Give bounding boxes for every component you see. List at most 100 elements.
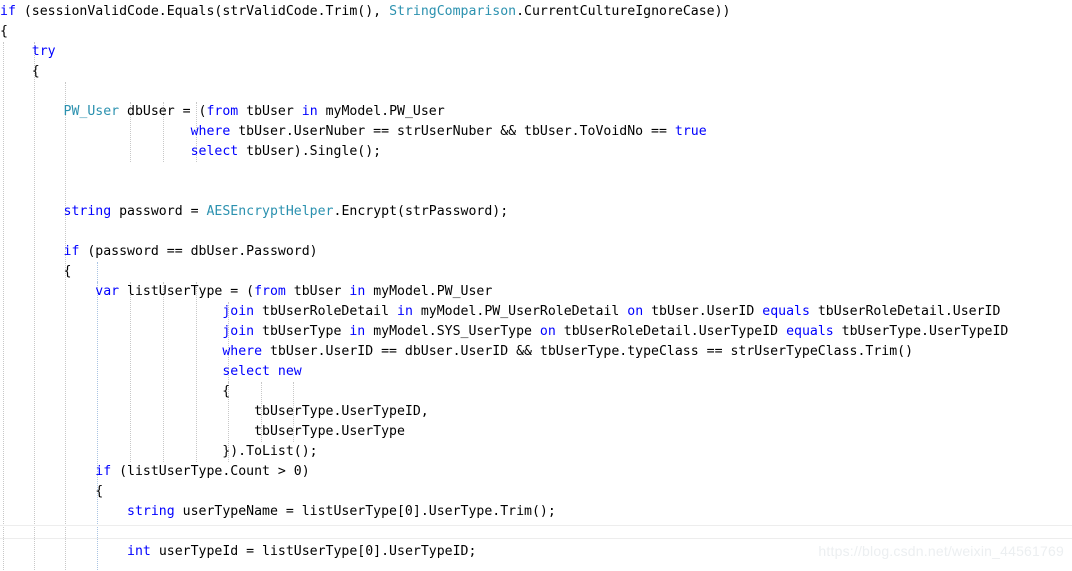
code-token-kw: if: [95, 464, 112, 479]
code-editor-surface[interactable]: if (sessionValidCode.Equals(strValidCode…: [0, 0, 1072, 571]
code-token-pln: [0, 104, 64, 119]
code-line[interactable]: if (sessionValidCode.Equals(strValidCode…: [0, 2, 1072, 22]
code-token-kw: join: [222, 324, 255, 339]
code-token-kw: on: [627, 304, 644, 319]
code-token-kw: string: [127, 504, 175, 519]
code-token-kw: int: [127, 544, 151, 559]
code-token-kw: string: [63, 204, 112, 219]
code-token-pln: [0, 244, 64, 259]
code-line[interactable]: {: [0, 482, 1072, 502]
code-token-pln: [0, 284, 95, 299]
code-token-kw: equals: [786, 324, 834, 339]
code-token-pln: tbUser.UserID == dbUser.UserID && tbUser…: [262, 344, 914, 359]
code-token-kw: where: [190, 124, 231, 139]
source-code-text[interactable]: if (sessionValidCode.Equals(strValidCode…: [0, 2, 1072, 571]
code-token-kw: new: [277, 364, 302, 379]
code-token-kw: from: [254, 284, 286, 299]
code-token-pln: {: [0, 484, 104, 499]
code-line[interactable]: string password = AESEncryptHelper.Encry…: [0, 202, 1072, 222]
code-token-pln: .Encrypt(strPassword);: [333, 204, 509, 219]
code-token-typ: StringComparison: [389, 4, 517, 19]
code-line[interactable]: {: [0, 62, 1072, 82]
code-token-pln: [0, 364, 222, 379]
code-token-kw: true: [674, 124, 707, 139]
code-token-pln: [270, 364, 278, 379]
code-token-typ: PW_User: [63, 104, 120, 119]
code-token-kw: in: [397, 304, 413, 319]
code-line[interactable]: [0, 562, 1072, 571]
code-token-pln: [0, 124, 191, 139]
code-line[interactable]: [0, 222, 1072, 242]
code-line[interactable]: join tbUserType in myModel.SYS_UserType …: [0, 322, 1072, 342]
code-line[interactable]: var listUserType = (from tbUser in myMod…: [0, 282, 1072, 302]
code-token-kw: var: [95, 284, 120, 299]
code-token-pln: tbUserRoleDetail.UserID: [809, 304, 1001, 319]
code-token-kw: where: [222, 344, 263, 359]
code-token-pln: [0, 504, 127, 519]
code-token-kw: join: [222, 304, 255, 319]
code-token-pln: tbUserRoleDetail.UserTypeID: [555, 324, 787, 339]
code-line[interactable]: tbUserType.UserTypeID,: [0, 402, 1072, 422]
code-token-pln: tbUserType.UserType: [0, 424, 405, 439]
code-token-pln: userTypeName = listUserType[0].UserType.…: [174, 504, 556, 519]
code-line[interactable]: [0, 522, 1072, 542]
code-line[interactable]: {: [0, 382, 1072, 402]
code-line[interactable]: where tbUser.UserNuber == strUserNuber &…: [0, 122, 1072, 142]
code-token-kw: from: [206, 104, 239, 119]
code-token-pln: myModel.SYS_UserType: [365, 324, 540, 339]
code-token-kw: in: [301, 104, 318, 119]
code-token-pln: [0, 144, 191, 159]
code-line[interactable]: {: [0, 262, 1072, 282]
code-token-pln: tbUser: [285, 284, 350, 299]
code-token-pln: tbUserType.UserTypeID,: [0, 404, 429, 419]
code-line[interactable]: [0, 162, 1072, 182]
code-line[interactable]: [0, 182, 1072, 202]
code-token-pln: tbUser: [238, 104, 302, 119]
code-line[interactable]: select new: [0, 362, 1072, 382]
code-token-kw: try: [31, 44, 56, 59]
code-token-pln: userTypeId = listUserType[0].UserTypeID;: [150, 544, 477, 559]
code-line[interactable]: select tbUser).Single();: [0, 142, 1072, 162]
code-line[interactable]: string userTypeName = listUserType[0].Us…: [0, 502, 1072, 522]
code-token-pln: tbUserType: [254, 324, 350, 339]
code-line[interactable]: if (password == dbUser.Password): [0, 242, 1072, 262]
code-token-pln: tbUserRoleDetail: [254, 304, 397, 319]
code-token-pln: [0, 544, 127, 559]
code-token-pln: dbUser = (: [119, 104, 207, 119]
code-token-pln: (password == dbUser.Password): [79, 244, 318, 259]
code-line[interactable]: try: [0, 42, 1072, 62]
code-line[interactable]: join tbUserRoleDetail in myModel.PW_User…: [0, 302, 1072, 322]
code-line[interactable]: }).ToList();: [0, 442, 1072, 462]
code-token-kw: select: [222, 364, 270, 379]
code-token-pln: tbUserType.UserTypeID: [833, 324, 1009, 339]
code-token-pln: [0, 204, 64, 219]
code-line[interactable]: tbUserType.UserType: [0, 422, 1072, 442]
watermark-text: https://blog.csdn.net/weixin_44561769: [818, 543, 1064, 559]
code-line[interactable]: PW_User dbUser = (from tbUser in myModel…: [0, 102, 1072, 122]
code-line[interactable]: [0, 82, 1072, 102]
code-token-kw: if: [0, 4, 16, 19]
code-token-pln: (listUserType.Count > 0): [111, 464, 310, 479]
code-token-pln: [0, 324, 222, 339]
code-token-pln: {: [0, 264, 72, 279]
code-token-pln: (sessionValidCode.Equals(strValidCode.Tr…: [15, 4, 390, 19]
code-token-kw: in: [349, 324, 366, 339]
code-token-pln: .CurrentCultureIgnoreCase)): [516, 4, 731, 19]
code-token-kw: if: [63, 244, 80, 259]
code-token-pln: [0, 464, 95, 479]
code-token-pln: {: [0, 24, 8, 39]
code-token-typ: AESEncryptHelper: [206, 204, 334, 219]
code-line[interactable]: {: [0, 22, 1072, 42]
code-token-kw: equals: [762, 304, 810, 319]
code-token-pln: listUserType = (: [119, 284, 255, 299]
code-token-kw: on: [539, 324, 556, 339]
code-token-pln: [0, 44, 32, 59]
code-line[interactable]: if (listUserType.Count > 0): [0, 462, 1072, 482]
code-token-pln: myModel.PW_UserRoleDetail: [412, 304, 628, 319]
code-token-pln: myModel.PW_User: [317, 104, 445, 119]
code-token-pln: myModel.PW_User: [365, 284, 493, 299]
code-token-kw: in: [349, 284, 366, 299]
code-token-pln: tbUser.UserID: [643, 304, 763, 319]
code-token-pln: {: [0, 64, 40, 79]
code-line[interactable]: where tbUser.UserID == dbUser.UserID && …: [0, 342, 1072, 362]
